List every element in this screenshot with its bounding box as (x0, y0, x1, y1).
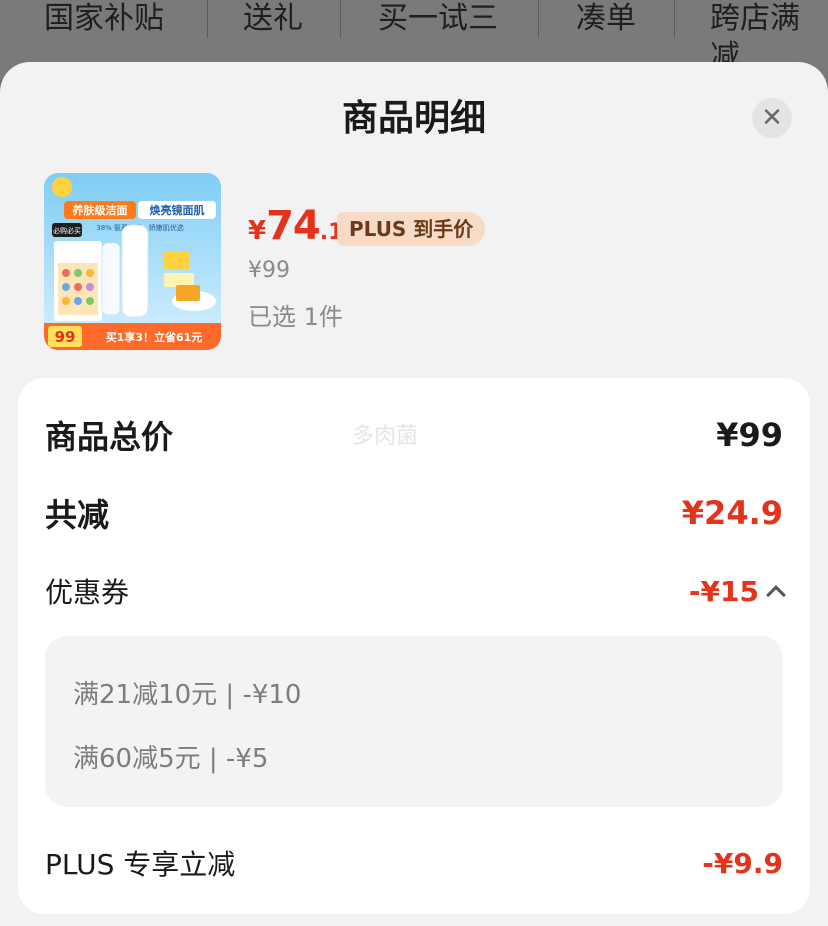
total-price-row: 商品总价 ¥99 (45, 412, 783, 458)
total-price-label: 商品总价 (45, 418, 174, 456)
sun-icon (52, 177, 72, 197)
total-reduce-label: 共减 (45, 496, 110, 534)
image-price-badge: 99 (55, 328, 76, 346)
price-integer: 74 (266, 203, 321, 249)
total-reduce-value: ¥24.9 (681, 494, 783, 532)
plus-discount-label: PLUS 专享立减 (45, 848, 236, 881)
image-badge: 必购必买 (53, 226, 81, 235)
selected-count: 已选 1件 (248, 303, 343, 331)
tab-divider (674, 0, 675, 38)
coupon-item: 满60减5元 | -¥5 (73, 744, 269, 774)
price-currency: ¥ (248, 216, 267, 246)
tab-gift[interactable]: 送礼 (243, 0, 303, 38)
tab-add-on[interactable]: 凑单 (576, 0, 636, 38)
coupon-label: 优惠券 (45, 576, 130, 609)
product-thumbnail[interactable]: 养肤级洁面 焕亮镜面肌 38% 氨基酸系 · 娇嫩肌优选 必购必买 99 买1享… (44, 173, 221, 350)
coupon-row[interactable]: 优惠券 -¥15 (45, 570, 786, 612)
total-price-value: ¥99 (716, 416, 783, 454)
tab-divider (340, 0, 341, 38)
coupon-value-group: -¥15 (688, 574, 786, 608)
sheet-title: 商品明细 (341, 98, 486, 139)
tab-buy-one-try-three[interactable]: 买一试三 (378, 0, 498, 38)
coupon-list: 满21减10元 | -¥10 满60减5元 | -¥5 (45, 636, 783, 807)
plus-price-tag: PLUS 到手价 (337, 212, 486, 246)
image-headline-right: 焕亮镜面肌 (150, 203, 205, 217)
coupon-item: 满21减10元 | -¥10 (73, 680, 302, 710)
tab-divider (538, 0, 539, 38)
original-price: ¥99 (248, 258, 290, 283)
tab-national-subsidy[interactable]: 国家补贴 (44, 0, 164, 38)
total-reduce-row: 共减 ¥24.9 (45, 490, 783, 536)
tab-divider (207, 0, 208, 38)
chevron-up-icon[interactable] (766, 585, 786, 605)
plus-discount-value: -¥9.9 (702, 846, 783, 880)
close-icon: ✕ (761, 103, 783, 133)
product-image: 养肤级洁面 焕亮镜面肌 38% 氨基酸系 · 娇嫩肌优选 必购必买 99 买1享… (44, 173, 221, 350)
coupon-value: -¥15 (688, 574, 759, 608)
plus-discount-row: PLUS 专享立减 -¥9.9 (45, 842, 783, 884)
image-banner: 买1享3！立省61元 (106, 330, 203, 344)
close-button[interactable]: ✕ (752, 98, 792, 138)
image-headline-left: 养肤级洁面 (72, 203, 128, 217)
